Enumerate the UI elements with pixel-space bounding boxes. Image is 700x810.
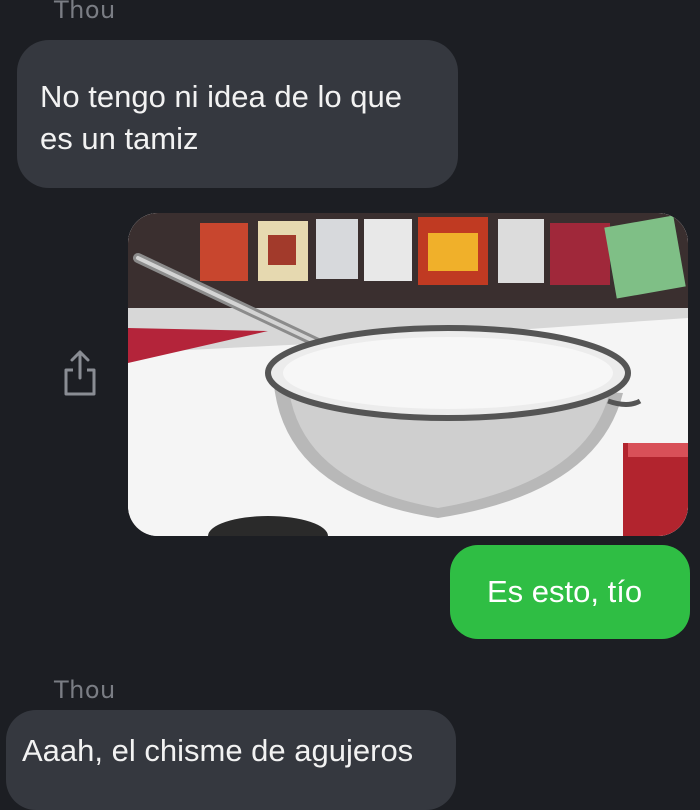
message-text: No tengo ni idea de lo que es un tamiz (40, 79, 402, 156)
sieve-photo[interactable] (128, 213, 688, 536)
share-icon[interactable] (60, 348, 100, 400)
sender-name: Thou (54, 676, 116, 704)
message-text: Aaah, el chisme de agujeros (22, 733, 414, 768)
message-text: Es esto, tío (487, 574, 643, 609)
incoming-message-bubble[interactable]: Aaah, el chisme de agujeros (6, 710, 456, 810)
incoming-message-bubble[interactable]: No tengo ni idea de lo que es un tamiz (17, 40, 458, 188)
outgoing-message-bubble[interactable]: Es esto, tío (450, 545, 690, 639)
sender-name: Thou (54, 0, 116, 24)
